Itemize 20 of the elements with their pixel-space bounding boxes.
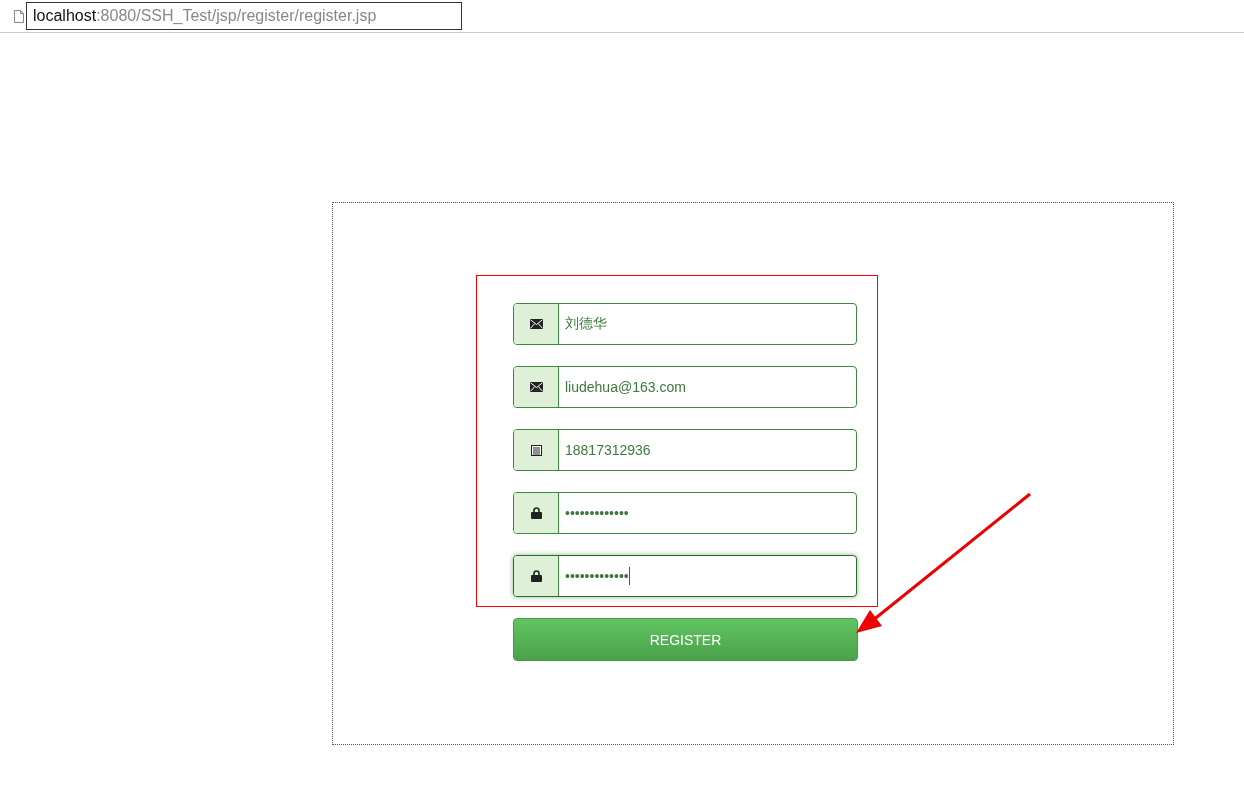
lock-icon — [530, 570, 542, 582]
field-value: 刘德华 — [565, 315, 607, 333]
url-path: :8080/SSH_Test/jsp/register/register.jsp — [96, 7, 377, 25]
page-icon — [14, 9, 24, 23]
field-value: liudehua@163.com — [565, 379, 686, 395]
envelope-icon — [529, 319, 543, 329]
envelope-icon — [529, 382, 543, 392]
input-field[interactable]: ••••••••••••• — [513, 492, 857, 534]
address-field[interactable]: localhost:8080/SSH_Test/jsp/register/register.jsp — [26, 2, 462, 30]
list-icon — [530, 444, 542, 456]
input-field[interactable]: liudehua@163.com — [513, 366, 857, 408]
input-field[interactable]: ••••••••••••• — [513, 555, 857, 597]
field-value: ••••••••••••• — [565, 505, 629, 521]
input-field[interactable]: 刘德华 — [513, 303, 857, 345]
text-cursor — [628, 567, 630, 585]
input-field[interactable]: 18817312936 — [513, 429, 857, 471]
field-value: 18817312936 — [565, 442, 651, 458]
lock-icon — [530, 507, 542, 519]
url-host: localhost — [33, 7, 97, 25]
field-value: ••••••••••••• — [565, 568, 629, 584]
